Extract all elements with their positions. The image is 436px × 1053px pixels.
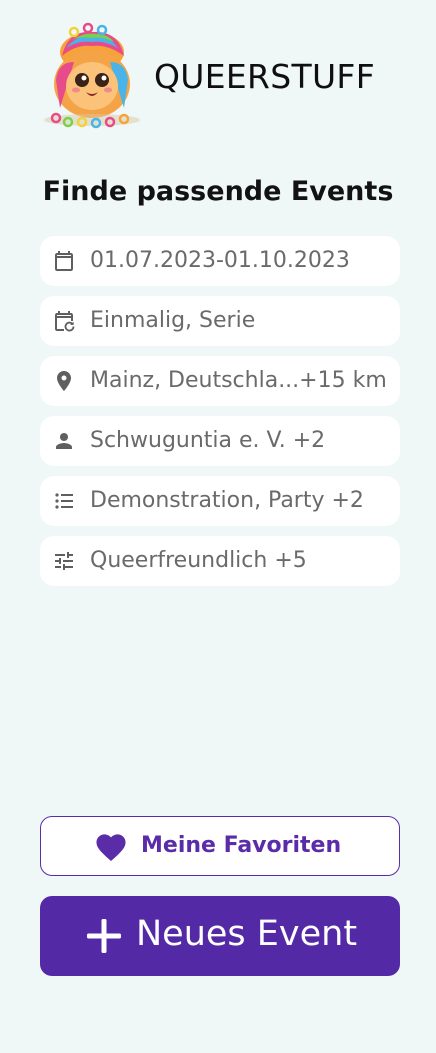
section-title: Finde passende Events: [42, 176, 394, 207]
calendar-repeat-icon: [52, 309, 76, 333]
sliders-icon: [52, 549, 76, 573]
filter-category[interactable]: Demonstration, Party +2: [40, 476, 400, 526]
new-event-button[interactable]: Neues Event: [40, 896, 400, 976]
location-pin-icon: [52, 369, 76, 393]
filter-location[interactable]: Mainz, Deutschla...+15 km: [40, 356, 400, 406]
calendar-icon: [52, 249, 76, 273]
app-header: QUEERSTUFF: [38, 22, 398, 130]
filter-location-value: Mainz, Deutschla...+15 km: [90, 368, 387, 393]
filter-organizer-value: Schwuguntia e. V. +2: [90, 428, 326, 453]
filter-recurrence[interactable]: Einmalig, Serie: [40, 296, 400, 346]
filter-date-range[interactable]: 01.07.2023-01.10.2023: [40, 236, 400, 286]
filter-attributes-value: Queerfreundlich +5: [90, 548, 307, 573]
filter-date-range-value: 01.07.2023-01.10.2023: [90, 248, 350, 273]
favorites-button[interactable]: Meine Favoriten: [40, 816, 400, 876]
plus-icon: [86, 918, 122, 954]
filter-organizer[interactable]: Schwuguntia e. V. +2: [40, 416, 400, 466]
filter-recurrence-value: Einmalig, Serie: [90, 308, 256, 333]
filter-category-value: Demonstration, Party +2: [90, 488, 364, 513]
person-icon: [52, 429, 76, 453]
filter-list: 01.07.2023-01.10.2023 Einmalig, Serie Ma…: [40, 236, 400, 596]
app-title: QUEERSTUFF: [154, 57, 375, 96]
favorites-button-label: Meine Favoriten: [141, 833, 342, 858]
filter-attributes[interactable]: Queerfreundlich +5: [40, 536, 400, 586]
new-event-button-label: Neues Event: [136, 914, 358, 954]
list-icon: [52, 489, 76, 513]
mascot-logo: [38, 22, 146, 130]
heart-icon: [93, 830, 129, 862]
